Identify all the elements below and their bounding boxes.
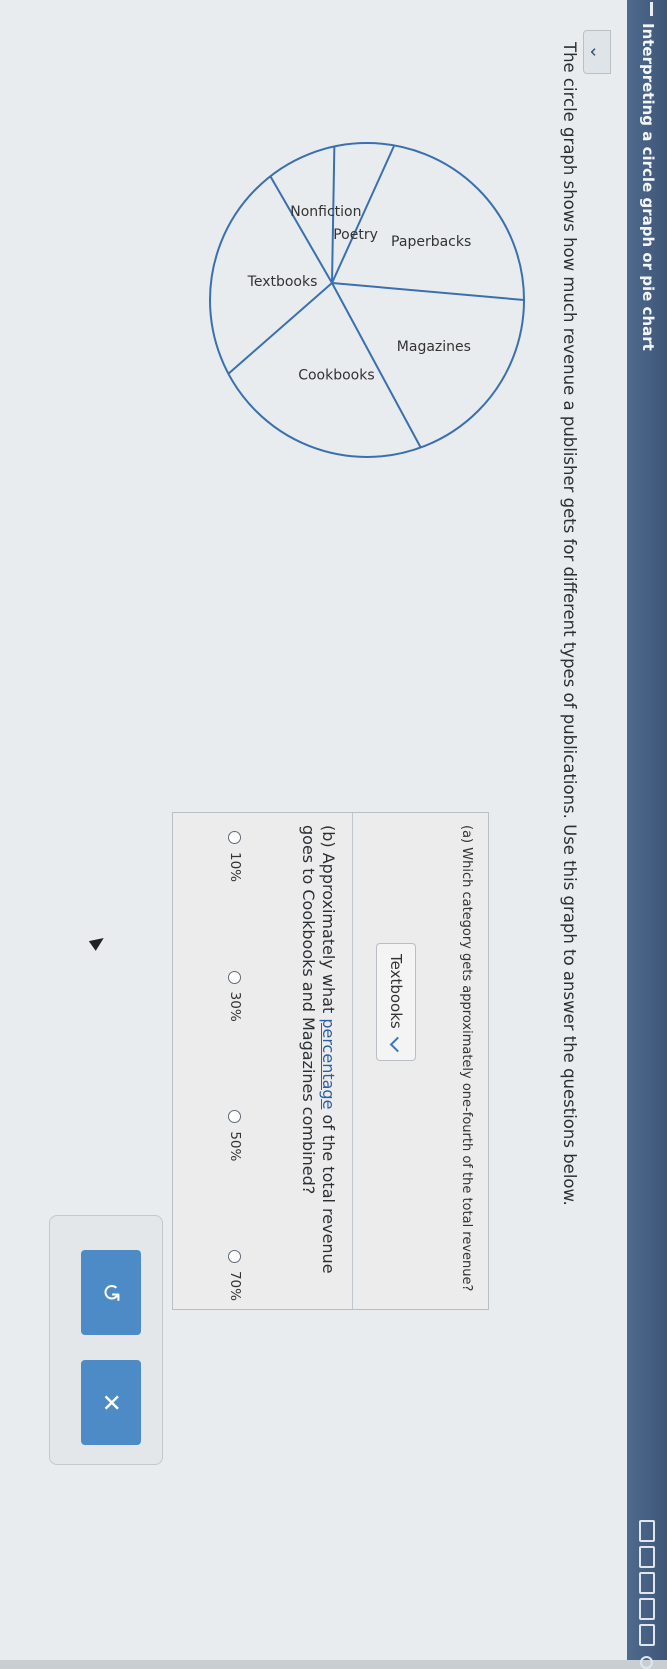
slice-boundary bbox=[331, 282, 525, 301]
menu-icon[interactable] bbox=[650, 2, 653, 16]
progress-segment bbox=[639, 1572, 655, 1594]
undo-button[interactable]: ↺ bbox=[81, 1250, 141, 1335]
close-icon: ✕ bbox=[97, 1392, 125, 1413]
slice-label-magazines: Magazines bbox=[397, 339, 471, 355]
option-10[interactable]: 10% bbox=[227, 831, 243, 882]
top-bar: Interpreting a circle graph or pie chart bbox=[627, 0, 667, 1669]
slice-boundary bbox=[331, 282, 422, 449]
chevron-down-icon: ⌄ bbox=[586, 44, 608, 60]
question-a-text: (a) Which category gets approximately on… bbox=[459, 825, 474, 1292]
slice-label-poetry: Poetry bbox=[333, 227, 378, 243]
progress-segment bbox=[639, 1598, 655, 1620]
pie-outline bbox=[209, 142, 525, 458]
option-label: 30% bbox=[227, 991, 243, 1022]
page-title: Interpreting a circle graph or pie chart bbox=[639, 23, 657, 351]
collapse-button[interactable]: ⌄ bbox=[583, 30, 611, 74]
action-bar: ↺ ✕ bbox=[49, 1215, 163, 1465]
progress-ring-icon bbox=[640, 1656, 653, 1669]
slice-label-nonfiction: Nonfiction bbox=[290, 204, 361, 220]
slice-label-textbooks: Textbooks bbox=[247, 274, 318, 290]
slice-boundary bbox=[227, 282, 333, 375]
dropdown-selected-value: Textbooks bbox=[387, 954, 405, 1029]
question-b-text-start: (b) Approximately what bbox=[319, 825, 338, 1019]
slice-boundary bbox=[269, 175, 333, 284]
option-label: 10% bbox=[227, 852, 243, 883]
clear-button[interactable]: ✕ bbox=[81, 1360, 141, 1445]
pie-chart: Paperbacks Magazines Cookbooks Textbooks Non… bbox=[209, 142, 525, 458]
answer-options: 10% 30% 50% 70% bbox=[227, 831, 243, 1301]
slice-label-cookbooks: Cookbooks bbox=[298, 368, 374, 384]
radio-button[interactable] bbox=[228, 831, 242, 844]
option-70[interactable]: 70% bbox=[227, 1249, 243, 1301]
radio-button[interactable] bbox=[228, 970, 242, 984]
progress-segment bbox=[639, 1546, 655, 1568]
radio-button[interactable] bbox=[228, 1249, 242, 1263]
question-b-text: (b) Approximately what percentage of the… bbox=[298, 825, 338, 1301]
chevron-down-icon bbox=[390, 1036, 406, 1053]
percentage-link[interactable]: percentage bbox=[319, 1018, 338, 1109]
option-50[interactable]: 50% bbox=[227, 1110, 243, 1161]
slice-label-paperbacks: Paperbacks bbox=[391, 234, 471, 250]
progress-segment bbox=[639, 1624, 655, 1646]
category-dropdown[interactable]: Textbooks bbox=[376, 943, 416, 1061]
option-label: 70% bbox=[227, 1270, 243, 1301]
progress-segment bbox=[639, 1520, 655, 1542]
divider bbox=[352, 813, 353, 1309]
mouse-cursor-icon bbox=[88, 933, 108, 951]
radio-button[interactable] bbox=[228, 1110, 242, 1124]
undo-icon: ↺ bbox=[97, 1282, 125, 1303]
option-30[interactable]: 30% bbox=[227, 970, 243, 1022]
question-panel: (a) Which category gets approximately on… bbox=[172, 812, 489, 1310]
progress-indicator bbox=[639, 1520, 655, 1669]
question-prompt: The circle graph shows how much revenue … bbox=[560, 42, 579, 1206]
option-label: 50% bbox=[227, 1131, 243, 1162]
